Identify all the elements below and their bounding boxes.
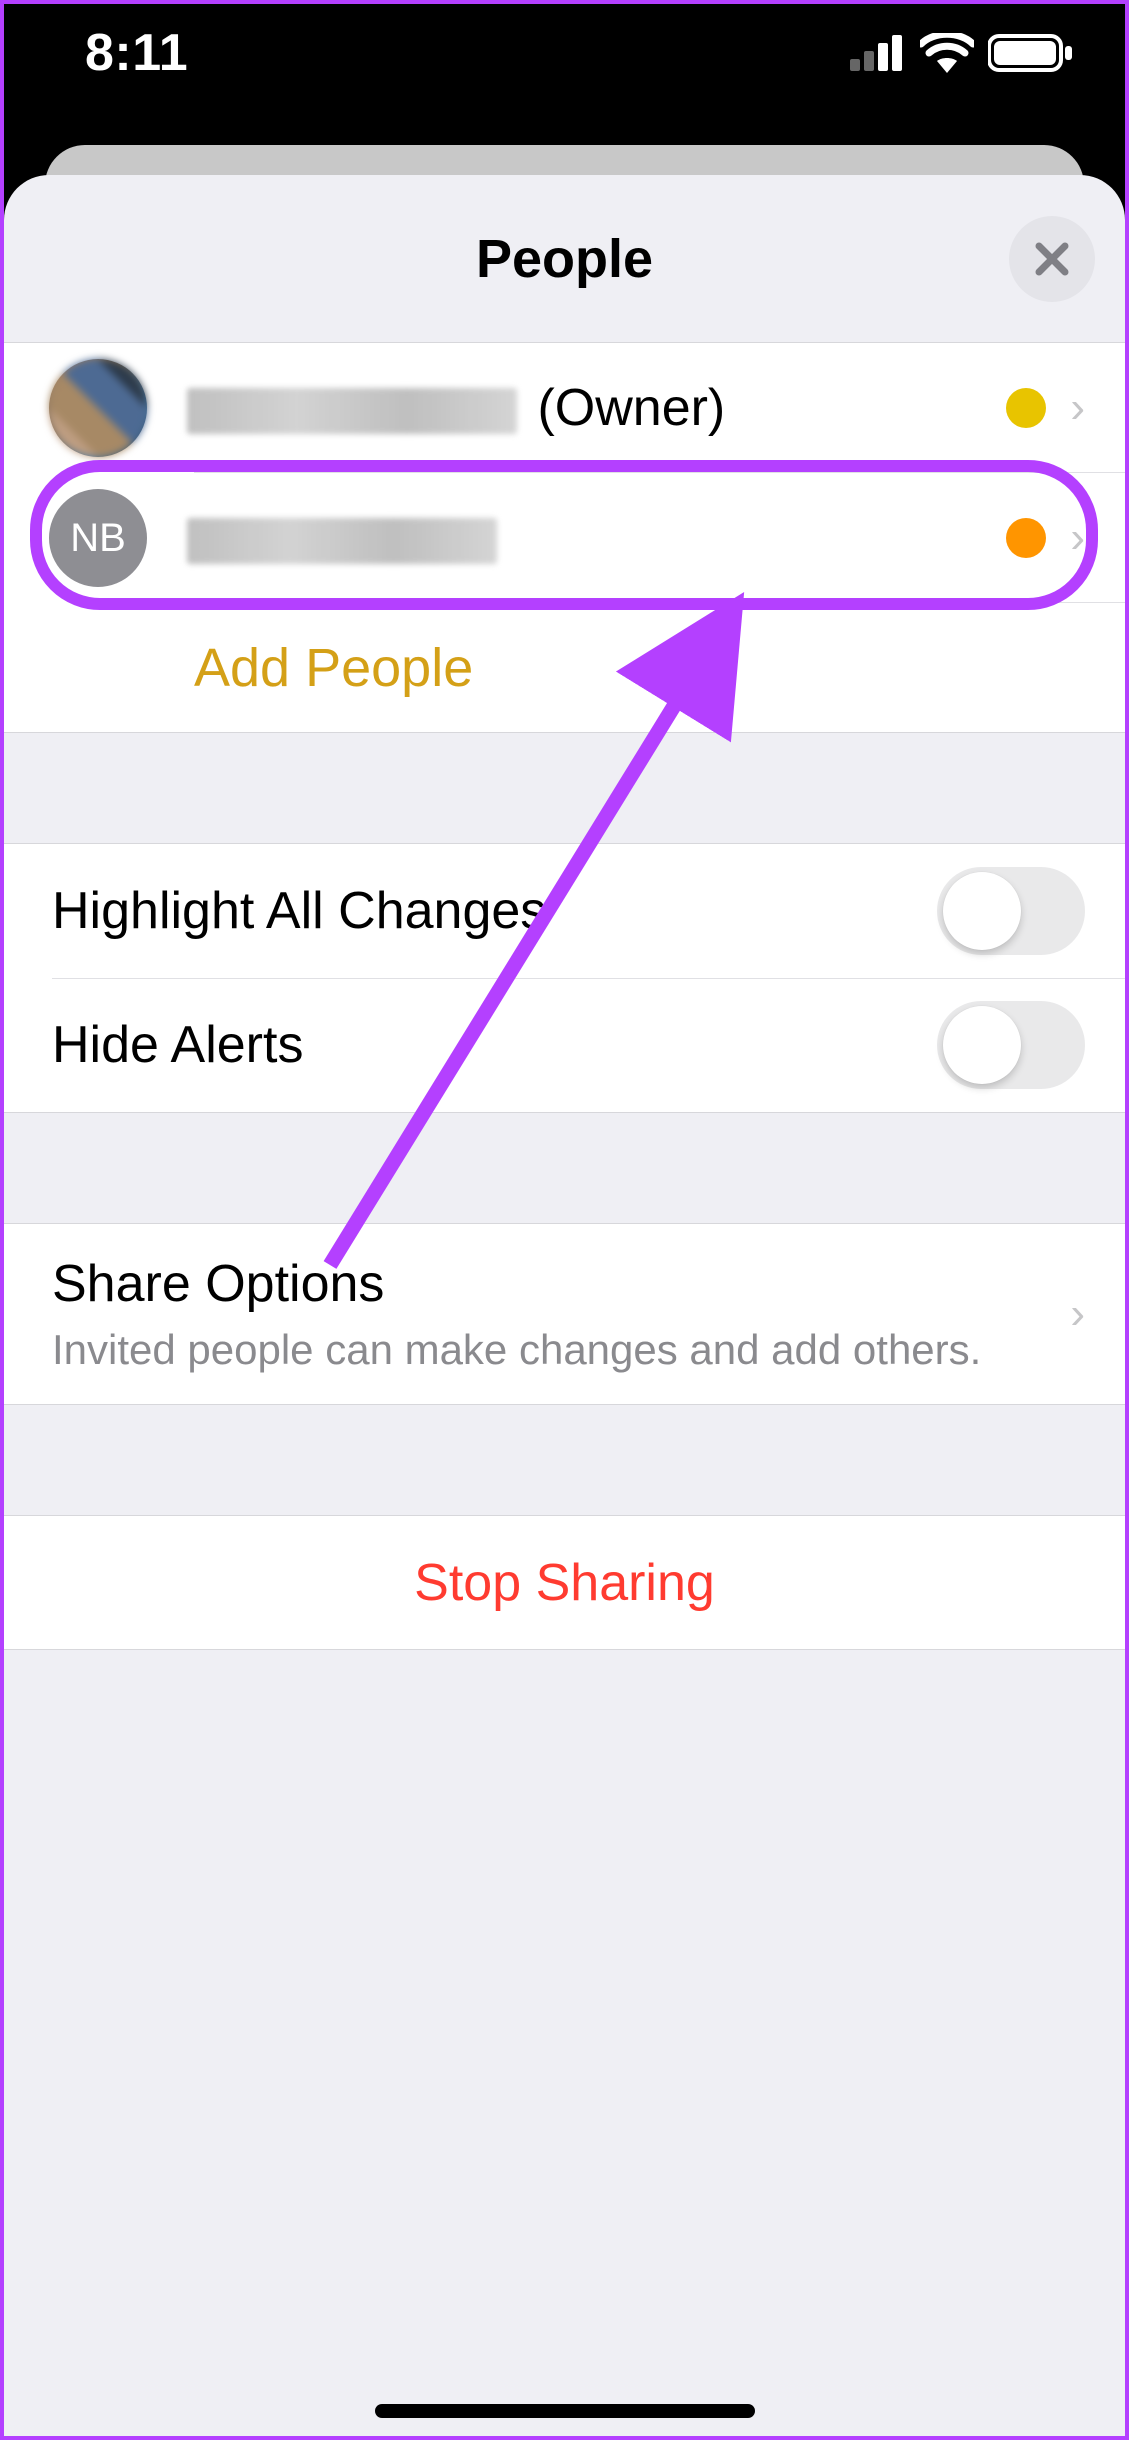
add-people-label: Add People [194, 637, 473, 699]
sheet-header: People [4, 175, 1125, 343]
close-icon [1033, 240, 1071, 278]
close-button[interactable] [1009, 216, 1095, 302]
avatar [49, 359, 147, 457]
share-options-row[interactable]: Share Options Invited people can make ch… [4, 1223, 1125, 1405]
add-people-row[interactable]: Add People [4, 603, 1125, 733]
hide-alerts-toggle[interactable] [937, 1001, 1085, 1089]
people-sheet: People (Owner) › NB › Add People Highl [4, 175, 1125, 2436]
status-dot [1006, 518, 1046, 558]
chevron-right-icon: › [1070, 383, 1085, 433]
home-indicator [375, 2404, 755, 2418]
person-name [187, 508, 1006, 568]
person-row[interactable]: NB › [4, 473, 1125, 603]
highlight-changes-row: Highlight All Changes [4, 843, 1125, 978]
cellular-icon [850, 35, 906, 71]
stop-sharing-row[interactable]: Stop Sharing [4, 1515, 1125, 1650]
battery-icon [988, 33, 1074, 73]
wifi-icon [920, 33, 974, 73]
status-time: 8:11 [85, 23, 188, 83]
share-options-title: Share Options [52, 1254, 981, 1314]
page-title: People [476, 228, 653, 290]
highlight-changes-toggle[interactable] [937, 867, 1085, 955]
hide-alerts-label: Hide Alerts [52, 1015, 303, 1075]
chevron-right-icon: › [1070, 513, 1085, 563]
hide-alerts-row: Hide Alerts [4, 978, 1125, 1113]
status-icons [850, 33, 1074, 73]
owner-suffix: (Owner) [537, 379, 725, 437]
status-dot [1006, 388, 1046, 428]
person-row-owner[interactable]: (Owner) › [4, 343, 1125, 473]
highlight-changes-label: Highlight All Changes [52, 881, 546, 941]
share-options-subtitle: Invited people can make changes and add … [52, 1326, 981, 1374]
person-name: (Owner) [187, 378, 1006, 438]
avatar: NB [49, 489, 147, 587]
status-bar: 8:11 [0, 0, 1129, 145]
stop-sharing-label: Stop Sharing [414, 1553, 715, 1613]
chevron-right-icon: › [1070, 1289, 1085, 1339]
